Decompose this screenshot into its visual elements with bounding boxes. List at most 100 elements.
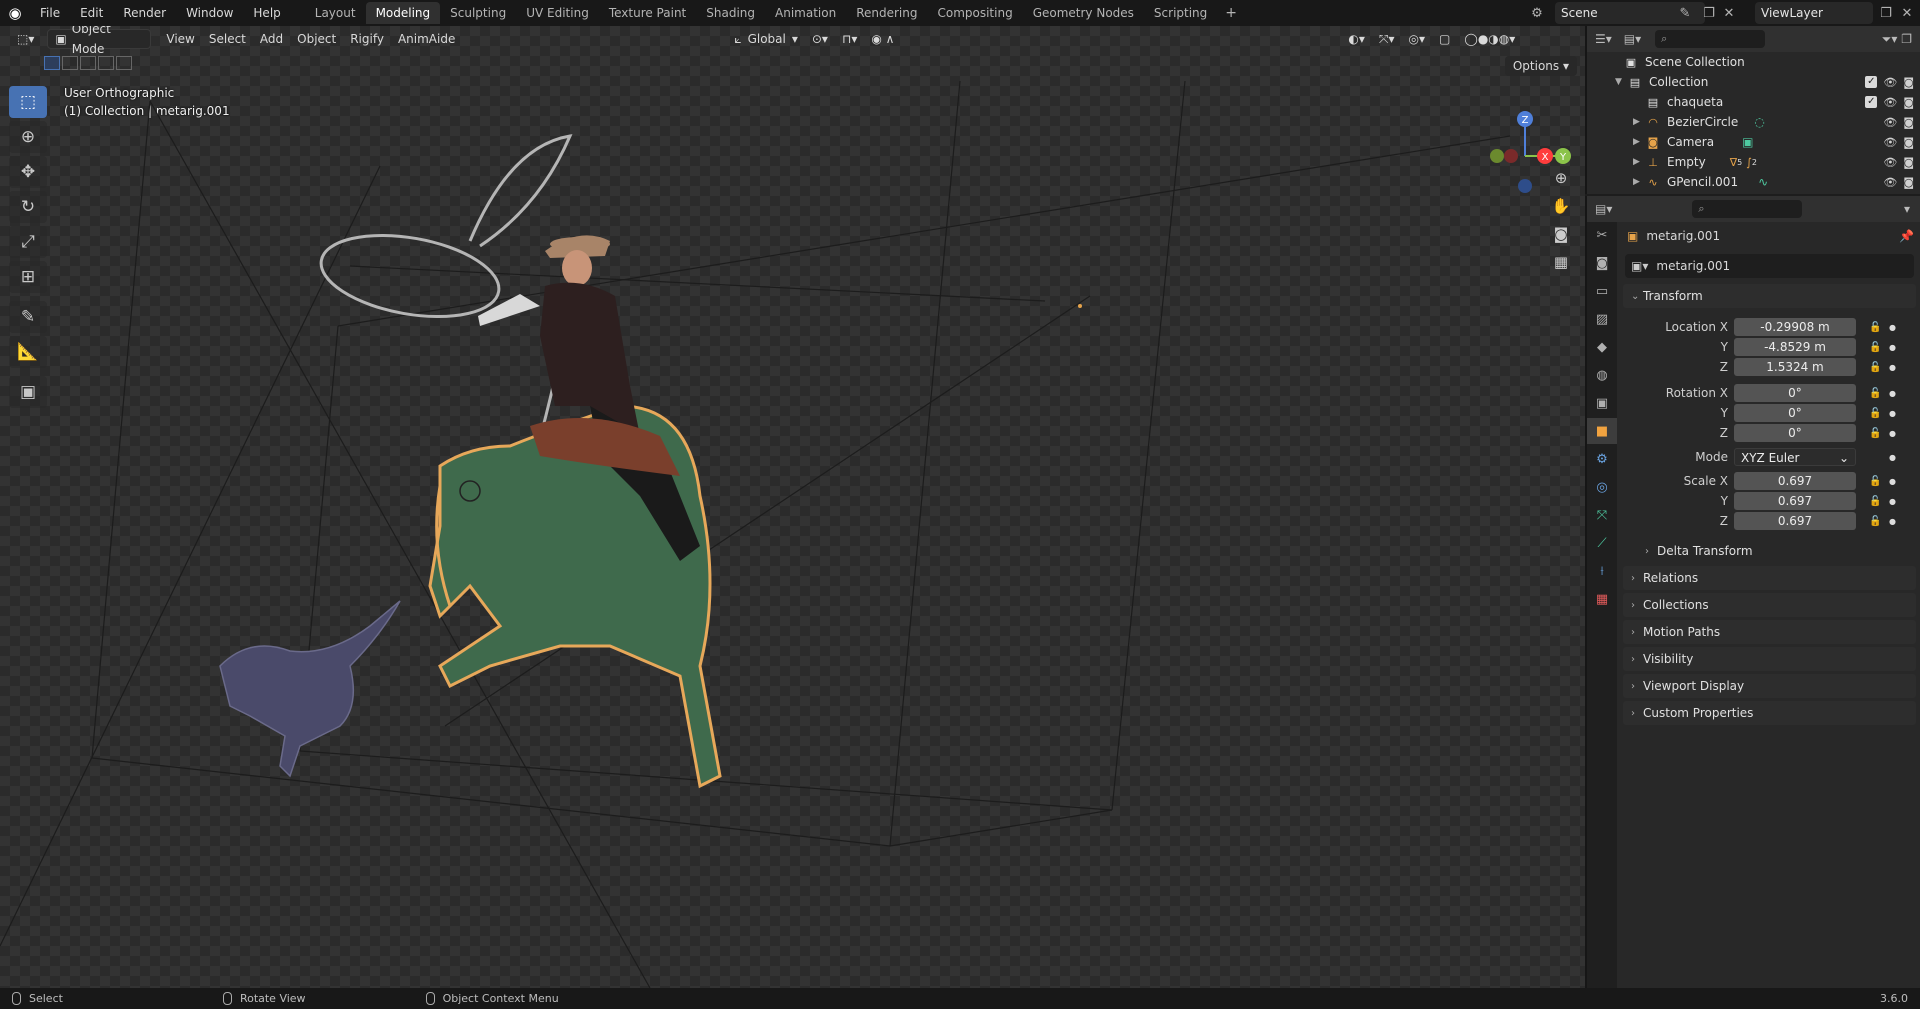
- outliner-item-beziercircle[interactable]: ▶ ◠ BezierCircle ◌ 👁 ◙: [1587, 112, 1920, 132]
- zoom-icon[interactable]: ⊕: [1549, 166, 1573, 190]
- rotation-x-field[interactable]: 0°: [1734, 384, 1856, 402]
- menu-help[interactable]: Help: [243, 0, 290, 26]
- visibility-panel-header[interactable]: › Visibility: [1623, 647, 1916, 671]
- bone-tab-icon[interactable]: ⟊: [1587, 558, 1617, 584]
- armature-data-tab-icon[interactable]: ⟋: [1587, 530, 1617, 556]
- expand-arrow-icon[interactable]: ▶: [1633, 117, 1645, 127]
- transform-panel-header[interactable]: ⌄ Transform: [1623, 284, 1916, 308]
- expand-arrow-icon[interactable]: ▶: [1633, 157, 1645, 167]
- exclude-checkbox[interactable]: ✓: [1865, 95, 1878, 108]
- scale-y-field[interactable]: 0.697: [1734, 492, 1856, 510]
- keyframe-dot-icon[interactable]: ●: [1889, 323, 1896, 332]
- lock-icon[interactable]: 🔓: [1869, 362, 1881, 373]
- 3d-viewport[interactable]: ⬚▾ ▣ Object Mode View Select Add Object …: [0, 26, 1585, 988]
- scale-x-field[interactable]: 0.697: [1734, 472, 1856, 490]
- tab-scripting[interactable]: Scripting: [1144, 2, 1217, 24]
- lock-icon[interactable]: 🔓: [1869, 408, 1881, 419]
- relations-panel-header[interactable]: › Relations: [1623, 566, 1916, 590]
- keyframe-dot-icon[interactable]: ●: [1889, 497, 1896, 506]
- scale-z-field[interactable]: 0.697: [1734, 512, 1856, 530]
- viewport-display-panel-header[interactable]: › Viewport Display: [1623, 674, 1916, 698]
- eye-icon[interactable]: 👁: [1883, 136, 1897, 149]
- ortho-grid-icon[interactable]: ▦: [1549, 250, 1573, 274]
- properties-search-input[interactable]: ⌕: [1692, 200, 1803, 218]
- motion-paths-panel-header[interactable]: › Motion Paths: [1623, 620, 1916, 644]
- tab-layout[interactable]: Layout: [305, 2, 366, 24]
- pan-hand-icon[interactable]: ✋: [1549, 194, 1573, 218]
- custom-properties-panel-header[interactable]: › Custom Properties: [1623, 701, 1916, 725]
- outliner-editor-icon[interactable]: ☰▾: [1595, 32, 1612, 46]
- object-tab-icon[interactable]: ■: [1587, 418, 1617, 444]
- collections-panel-header[interactable]: › Collections: [1623, 593, 1916, 617]
- add-workspace-button[interactable]: +: [1217, 5, 1245, 21]
- output-tab-icon[interactable]: ▭: [1587, 278, 1617, 304]
- menu-file[interactable]: File: [30, 0, 70, 26]
- eye-icon[interactable]: 👁: [1883, 76, 1897, 89]
- tab-geometry-nodes[interactable]: Geometry Nodes: [1023, 2, 1144, 24]
- outliner-item-gpencil[interactable]: ▶ ∿ GPencil.001 ∿ 👁 ◙: [1587, 172, 1920, 192]
- keyframe-dot-icon[interactable]: ●: [1889, 409, 1896, 418]
- render-camera-icon[interactable]: ◙: [1903, 176, 1914, 189]
- render-camera-icon[interactable]: ◙: [1903, 156, 1914, 169]
- lock-icon[interactable]: 🔓: [1869, 516, 1881, 527]
- chevron-down-icon[interactable]: ▾: [1904, 202, 1910, 216]
- render-camera-icon[interactable]: ◙: [1903, 76, 1914, 89]
- outliner-item-chaqueta[interactable]: ▤ chaqueta ✓ 👁 ◙: [1587, 92, 1920, 112]
- world-tab-icon[interactable]: ◍: [1587, 362, 1617, 388]
- modifiers-tab-icon[interactable]: ⚙: [1587, 446, 1617, 472]
- close-viewlayer-icon[interactable]: ✕: [1898, 4, 1916, 22]
- tab-uv-editing[interactable]: UV Editing: [516, 2, 599, 24]
- filter-icon[interactable]: ⏷▾ ❐: [1882, 32, 1912, 47]
- display-mode-icon[interactable]: ▤▾: [1624, 32, 1641, 46]
- location-y-field[interactable]: -4.8529 m: [1734, 338, 1856, 356]
- render-camera-icon[interactable]: ◙: [1903, 116, 1914, 129]
- tab-animation[interactable]: Animation: [765, 2, 846, 24]
- render-camera-icon[interactable]: ◙: [1903, 96, 1914, 109]
- object-constraint-tab-icon[interactable]: ⤧: [1587, 502, 1617, 528]
- scene-icon[interactable]: ⚙: [1528, 4, 1546, 22]
- tab-compositing[interactable]: Compositing: [927, 2, 1022, 24]
- lock-icon[interactable]: 🔓: [1869, 476, 1881, 487]
- viewlayer-selector[interactable]: ViewLayer: [1755, 2, 1873, 24]
- tab-rendering[interactable]: Rendering: [846, 2, 927, 24]
- keyframe-dot-icon[interactable]: ●: [1889, 363, 1896, 372]
- lock-icon[interactable]: 🔓: [1869, 388, 1881, 399]
- datablock-field[interactable]: ▣▾ metarig.001: [1625, 254, 1914, 278]
- expand-arrow-icon[interactable]: ▶: [1633, 177, 1645, 187]
- lock-icon[interactable]: 🔓: [1869, 342, 1881, 353]
- physics-tab-icon[interactable]: ◎: [1587, 474, 1617, 500]
- camera-view-icon[interactable]: ◙: [1549, 222, 1573, 246]
- tab-texture-paint[interactable]: Texture Paint: [599, 2, 696, 24]
- keyframe-dot-icon[interactable]: ●: [1889, 517, 1896, 526]
- keyframe-dot-icon[interactable]: ●: [1889, 389, 1896, 398]
- collection-tab-icon[interactable]: ▣: [1587, 390, 1617, 416]
- location-z-field[interactable]: 1.5324 m: [1734, 358, 1856, 376]
- new-viewlayer-icon[interactable]: ❐: [1877, 4, 1895, 22]
- rotation-z-field[interactable]: 0°: [1734, 424, 1856, 442]
- expand-arrow-icon[interactable]: ▶: [1633, 137, 1645, 147]
- view-layer-tab-icon[interactable]: ▨: [1587, 306, 1617, 332]
- pin-icon[interactable]: 📌: [1899, 229, 1914, 243]
- new-scene-icon[interactable]: ❐: [1700, 4, 1718, 22]
- outliner-scene-collection[interactable]: ▣ Scene Collection: [1587, 52, 1920, 72]
- keyframe-dot-icon[interactable]: ●: [1889, 343, 1896, 352]
- location-x-field[interactable]: -0.29908 m: [1734, 318, 1856, 336]
- tab-shading[interactable]: Shading: [696, 2, 765, 24]
- lock-icon[interactable]: 🔓: [1869, 322, 1881, 333]
- eye-icon[interactable]: 👁: [1883, 96, 1897, 109]
- tab-modeling[interactable]: Modeling: [365, 2, 441, 24]
- menu-edit[interactable]: Edit: [70, 0, 113, 26]
- render-tab-icon[interactable]: ◙: [1587, 250, 1617, 276]
- keyframe-dot-icon[interactable]: ●: [1889, 477, 1896, 486]
- delta-transform-header[interactable]: › Delta Transform: [1637, 539, 1916, 563]
- keyframe-dot-icon[interactable]: ●: [1889, 453, 1896, 462]
- blender-logo-icon[interactable]: ◉: [0, 0, 30, 26]
- keyframe-dot-icon[interactable]: ●: [1889, 429, 1896, 438]
- viewlayer-icon[interactable]: [1725, 4, 1743, 22]
- tab-sculpting[interactable]: Sculpting: [440, 2, 516, 24]
- scene-tab-icon[interactable]: ◆: [1587, 334, 1617, 360]
- texture-tab-icon[interactable]: ▦: [1587, 586, 1617, 612]
- outliner-search-input[interactable]: ⌕: [1655, 30, 1766, 48]
- render-camera-icon[interactable]: ◙: [1903, 136, 1914, 149]
- eye-icon[interactable]: 👁: [1883, 156, 1897, 169]
